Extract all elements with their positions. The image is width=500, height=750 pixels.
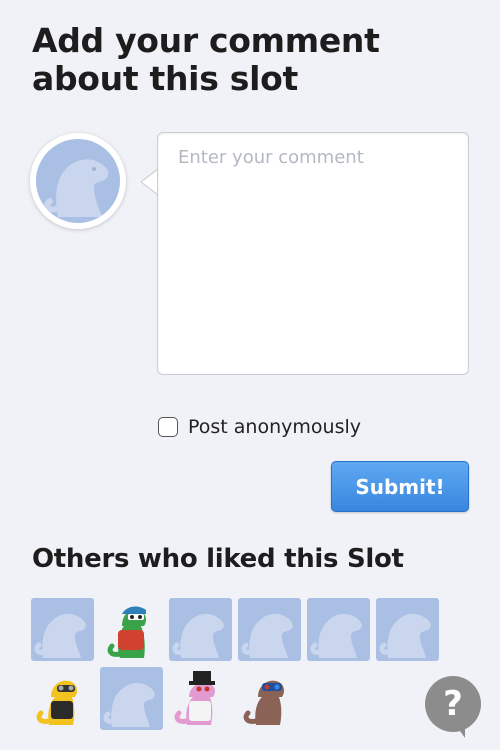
submit-button[interactable]: Submit!	[331, 461, 469, 512]
user-avatar	[30, 133, 126, 229]
anonymous-label[interactable]: Post anonymously	[188, 416, 361, 438]
liker-avatar-placeholder[interactable]	[307, 598, 370, 661]
likers-title: Others who liked this Slot	[32, 544, 404, 574]
liker-avatar-placeholder[interactable]	[100, 667, 163, 730]
comment-textarea[interactable]	[157, 132, 469, 375]
liker-avatar-placeholder[interactable]	[31, 598, 94, 661]
speech-bubble-tail	[140, 168, 159, 196]
liker-avatar-pink-dino[interactable]	[169, 667, 232, 730]
anonymous-checkbox[interactable]	[158, 417, 178, 437]
liker-avatar-yellow-dino[interactable]	[31, 667, 94, 730]
liker-avatar-placeholder[interactable]	[169, 598, 232, 661]
dino-placeholder-icon	[36, 139, 120, 223]
liker-avatar-brown-dino[interactable]	[238, 667, 301, 730]
liker-avatar-placeholder[interactable]	[238, 598, 301, 661]
help-icon[interactable]: ?	[425, 676, 481, 738]
page-title: Add your comment about this slot	[32, 21, 380, 98]
liker-avatar-placeholder[interactable]	[376, 598, 439, 661]
liker-avatar-green-dino[interactable]	[100, 598, 163, 661]
post-anonymously-row[interactable]: Post anonymously	[158, 416, 361, 438]
